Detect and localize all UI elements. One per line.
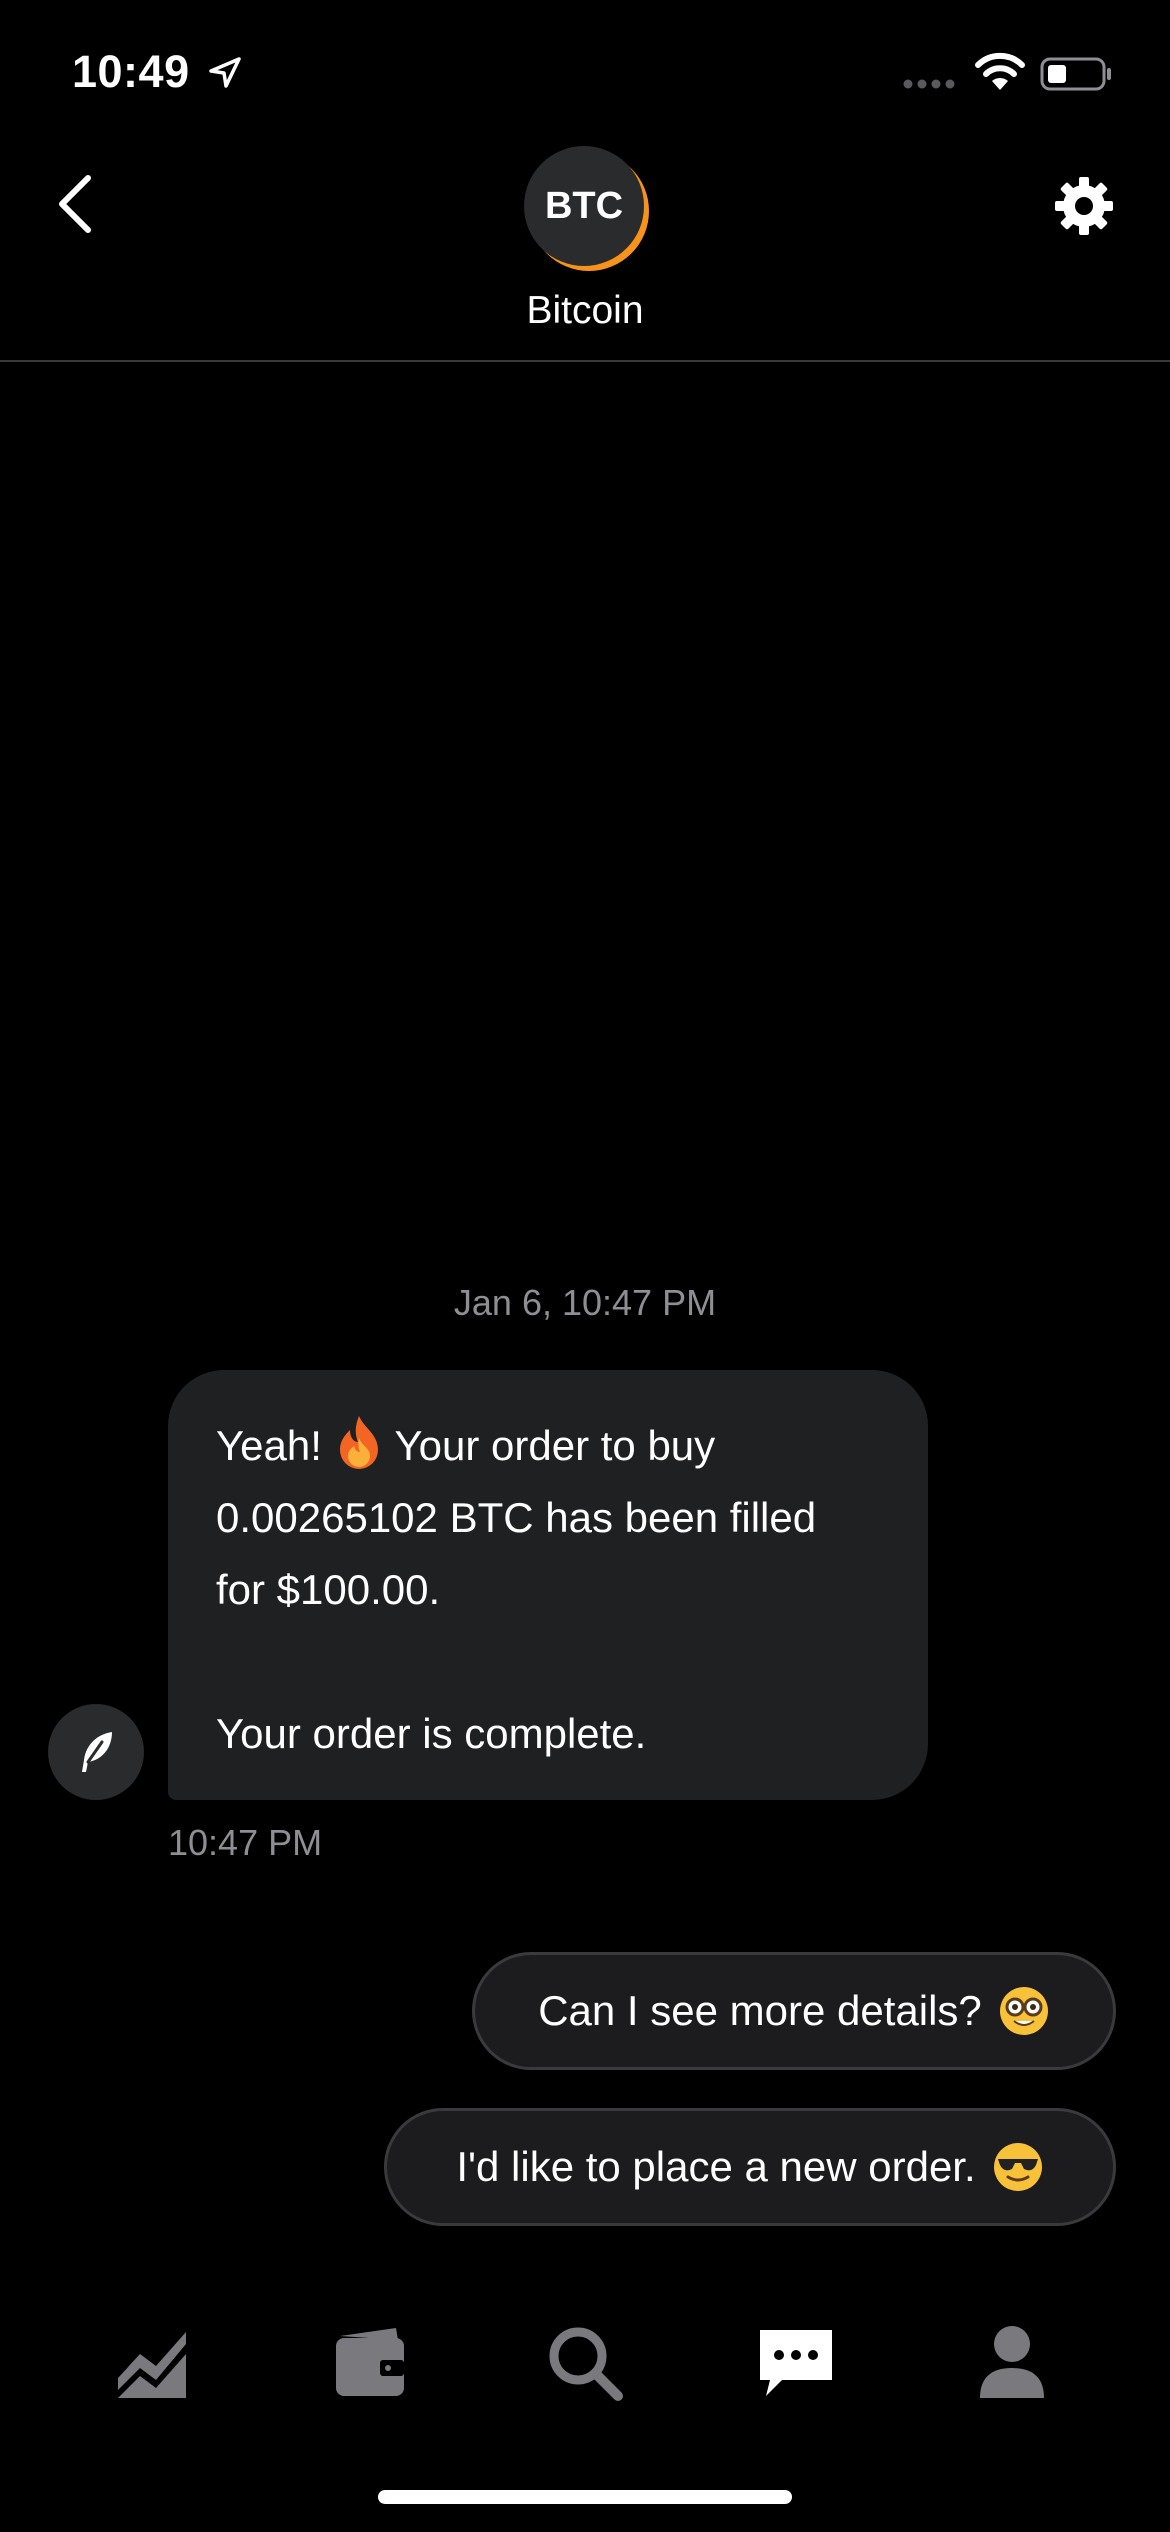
- quick-reply-new-order[interactable]: I'd like to place a new order.: [384, 2108, 1116, 2226]
- nerd-face-emoji: [999, 1987, 1048, 2035]
- battery-icon: [1040, 57, 1111, 91]
- wifi-icon: [975, 52, 1025, 90]
- conversation-date: Jan 6, 10:47 PM: [453, 1282, 717, 1323]
- location-arrow-icon: [209, 57, 241, 88]
- bot-message-line-3: for $100.00.: [216, 1566, 441, 1613]
- coin-avatar[interactable]: BTC: [524, 146, 650, 272]
- signal-dots-icon: [903, 79, 955, 89]
- avatar-label: BTC: [524, 146, 644, 266]
- status-time: 10:49: [72, 46, 190, 97]
- message-time: 10:47 PM: [168, 1822, 323, 1863]
- bot-message-spacer: [216, 1626, 880, 1698]
- stocks-chart-icon[interactable]: [110, 2318, 198, 2406]
- header-divider: [0, 360, 1170, 362]
- messages-icon[interactable]: [752, 2318, 840, 2406]
- home-indicator[interactable]: [378, 2490, 792, 2504]
- fire-emoji: [339, 1416, 378, 1469]
- quick-reply-more-details[interactable]: Can I see more details?: [472, 1952, 1116, 2070]
- search-icon[interactable]: [540, 2318, 628, 2406]
- header-title: Bitcoin: [526, 289, 644, 332]
- bot-message-line-5: Your order is complete.: [216, 1710, 647, 1757]
- feather-icon: [82, 1732, 112, 1772]
- gear-icon[interactable]: [1052, 174, 1116, 238]
- sunglasses-face-emoji: [993, 2143, 1042, 2191]
- bot-message-line-2: 0.00265102 BTC has been filled: [216, 1494, 817, 1541]
- quick-reply-label: Can I see more details?: [538, 1987, 982, 2034]
- bot-message-line-1: Yeah! Your order to buy: [216, 1410, 880, 1482]
- bot-message-bubble: Yeah! Your order to buy 0.00265102 BTC h…: [168, 1370, 928, 1800]
- bot-avatar: [48, 1704, 144, 1800]
- account-icon[interactable]: [968, 2318, 1056, 2406]
- wallet-icon[interactable]: [326, 2318, 414, 2406]
- quick-reply-label: I'd like to place a new order.: [456, 2143, 976, 2190]
- back-button[interactable]: [46, 164, 106, 244]
